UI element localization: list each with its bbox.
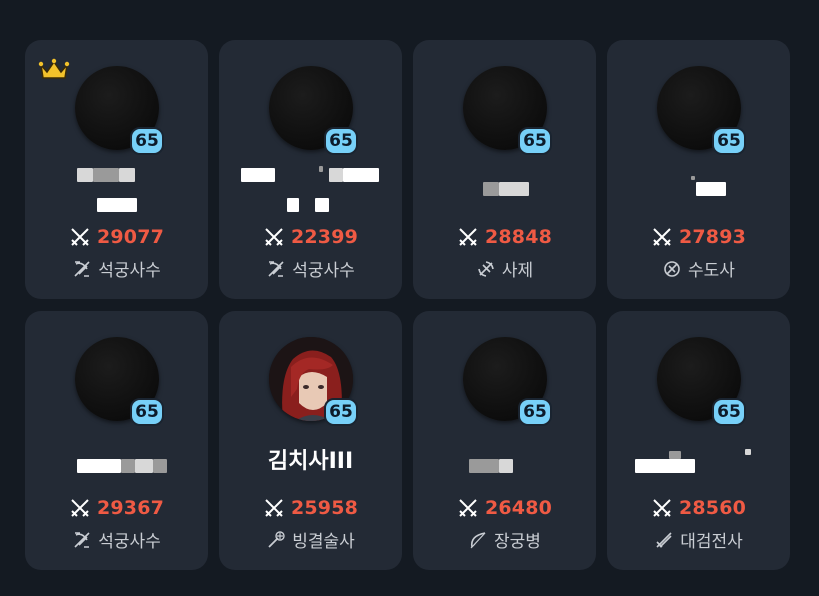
level-badge: 65 bbox=[518, 398, 552, 426]
combat-power-value: 27893 bbox=[678, 226, 747, 248]
level-badge: 65 bbox=[130, 127, 164, 155]
crossed-swords-icon bbox=[265, 228, 283, 246]
member-card[interactable]: 65 29367 석궁사수 bbox=[25, 311, 208, 570]
member-name-area: 김치사III bbox=[219, 433, 402, 489]
combat-power-value: 29077 bbox=[96, 226, 165, 248]
member-card[interactable]: 65 28560 대검전사 bbox=[607, 311, 790, 570]
member-name-redacted bbox=[413, 433, 596, 489]
member-card[interactable]: 65 26480 장궁병 bbox=[413, 311, 596, 570]
job-class: 사제 bbox=[413, 256, 596, 281]
job-label: 석궁사수 bbox=[292, 261, 355, 281]
member-card[interactable]: 65 28848 사제 bbox=[413, 40, 596, 299]
job-label: 대검전사 bbox=[680, 532, 743, 552]
member-name-redacted bbox=[607, 162, 790, 218]
greatsword-icon bbox=[656, 531, 672, 548]
job-class: 석궁사수 bbox=[219, 256, 402, 281]
combat-power-value: 22399 bbox=[290, 226, 359, 248]
combat-power-value: 25958 bbox=[290, 497, 359, 519]
member-name-redacted bbox=[413, 162, 596, 218]
job-class: 장궁병 bbox=[413, 527, 596, 552]
member-card[interactable]: 65 29077 석궁사수 bbox=[25, 40, 208, 299]
level-badge: 65 bbox=[712, 127, 746, 155]
combat-power-value: 29367 bbox=[96, 497, 165, 519]
crossed-swords-icon bbox=[459, 499, 477, 517]
crown-icon bbox=[38, 58, 70, 79]
priest-icon bbox=[478, 260, 494, 277]
combat-power: 27893 bbox=[607, 226, 790, 248]
crossbow-icon bbox=[74, 531, 90, 548]
level-badge: 65 bbox=[518, 127, 552, 155]
member-card[interactable]: 65 22399 석궁사수 bbox=[219, 40, 402, 299]
combat-power: 29077 bbox=[25, 226, 208, 248]
member-name-redacted bbox=[25, 433, 208, 489]
job-label: 석궁사수 bbox=[98, 532, 161, 552]
combat-power: 22399 bbox=[219, 226, 402, 248]
job-label: 석궁사수 bbox=[98, 261, 161, 281]
job-class: 빙결술사 bbox=[219, 527, 402, 552]
combat-power: 28848 bbox=[413, 226, 596, 248]
member-name-redacted bbox=[25, 162, 208, 218]
combat-power: 29367 bbox=[25, 497, 208, 519]
monk-icon bbox=[664, 260, 680, 277]
crossed-swords-icon bbox=[653, 499, 671, 517]
crossed-swords-icon bbox=[265, 499, 283, 517]
combat-power-value: 26480 bbox=[484, 497, 553, 519]
member-card[interactable]: 65 김치사III 25958 빙결술사 bbox=[219, 311, 402, 570]
level-badge: 65 bbox=[324, 127, 358, 155]
crossed-swords-icon bbox=[71, 228, 89, 246]
job-class: 석궁사수 bbox=[25, 256, 208, 281]
job-class: 수도사 bbox=[607, 256, 790, 281]
job-label: 장궁병 bbox=[494, 532, 541, 552]
combat-power-value: 28560 bbox=[678, 497, 747, 519]
longbow-icon bbox=[470, 531, 486, 548]
crossed-swords-icon bbox=[459, 228, 477, 246]
member-card[interactable]: 65 27893 수도사 bbox=[607, 40, 790, 299]
member-name-redacted bbox=[219, 162, 402, 218]
level-badge: 65 bbox=[324, 398, 358, 426]
combat-power: 26480 bbox=[413, 497, 596, 519]
job-label: 수도사 bbox=[688, 261, 735, 281]
member-name-redacted bbox=[607, 433, 790, 489]
combat-power-value: 28848 bbox=[484, 226, 553, 248]
ice-mage-icon bbox=[268, 530, 285, 548]
combat-power: 28560 bbox=[607, 497, 790, 519]
level-badge: 65 bbox=[130, 398, 164, 426]
job-class: 대검전사 bbox=[607, 527, 790, 552]
combat-power: 25958 bbox=[219, 497, 402, 519]
level-badge: 65 bbox=[712, 398, 746, 426]
crossbow-icon bbox=[268, 260, 284, 277]
job-label: 빙결술사 bbox=[292, 532, 355, 552]
crossed-swords-icon bbox=[653, 228, 671, 246]
party-member-grid: 65 29077 석궁사수 65 22399 석궁사수 65 28848 사제 … bbox=[25, 40, 793, 570]
crossed-swords-icon bbox=[71, 499, 89, 517]
member-name: 김치사III bbox=[267, 449, 354, 474]
job-class: 석궁사수 bbox=[25, 527, 208, 552]
job-label: 사제 bbox=[501, 261, 534, 281]
crossbow-icon bbox=[74, 260, 90, 277]
